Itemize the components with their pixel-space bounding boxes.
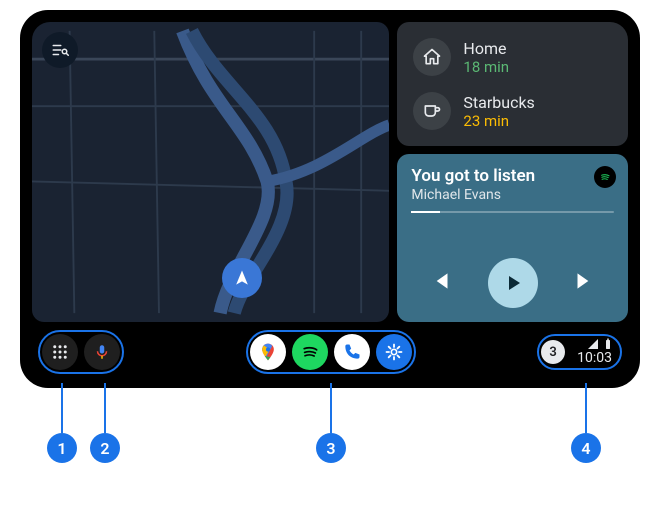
callout-line [61, 383, 63, 433]
spotify-icon [300, 342, 320, 362]
callout-line [104, 383, 106, 433]
status-area: 10:03 [577, 338, 612, 366]
media-card[interactable]: You got to listen Michael Evans [397, 154, 628, 322]
spotify-app-button[interactable] [292, 334, 328, 370]
notification-count-badge[interactable]: 3 [541, 340, 565, 364]
device-frame: Home 18 min Starbucks 23 min [20, 10, 640, 388]
cafe-icon [413, 92, 451, 130]
app-grid-button[interactable] [42, 334, 78, 370]
media-progress[interactable] [411, 211, 614, 213]
clock: 10:03 [577, 350, 612, 366]
current-location-marker [222, 258, 262, 298]
content-area: Home 18 min Starbucks 23 min [32, 22, 628, 322]
track-title: You got to listen [411, 166, 614, 186]
callout-line [330, 383, 332, 433]
search-list-icon [51, 41, 69, 59]
destinations-card: Home 18 min Starbucks 23 min [397, 22, 628, 146]
cellular-signal-icon [586, 338, 600, 350]
screen: Home 18 min Starbucks 23 min [32, 22, 628, 376]
nav-bar: 3 10:03 [32, 328, 628, 376]
voice-assistant-button[interactable] [84, 334, 120, 370]
settings-app-button[interactable] [376, 334, 412, 370]
destination-name: Starbucks [463, 93, 534, 112]
notification-count: 3 [549, 345, 556, 360]
nav-left-group [38, 330, 124, 374]
previous-track-button[interactable] [428, 268, 454, 298]
google-maps-icon [258, 342, 278, 362]
callout-badge-2: 2 [90, 433, 120, 463]
nav-right-group: 3 10:03 [537, 334, 622, 370]
destination-eta: 23 min [463, 112, 534, 130]
home-icon [413, 38, 451, 76]
gear-icon [384, 342, 404, 362]
destination-text: Home 18 min [463, 39, 509, 76]
phone-icon [342, 342, 362, 362]
map-panel[interactable] [32, 22, 389, 322]
callout-line [585, 383, 587, 433]
play-button[interactable] [488, 258, 538, 308]
next-track-button[interactable] [571, 268, 597, 298]
destination-text: Starbucks 23 min [463, 93, 534, 130]
spotify-badge-icon [594, 166, 616, 188]
destination-eta: 18 min [463, 58, 509, 76]
microphone-icon [93, 343, 111, 361]
callout-badge-1: 1 [47, 433, 77, 463]
callout-badge-3: 3 [316, 433, 346, 463]
skip-next-icon [571, 268, 597, 294]
media-progress-fill [411, 211, 439, 213]
apps-grid-icon [51, 343, 69, 361]
media-controls [411, 258, 614, 310]
side-panel: Home 18 min Starbucks 23 min [397, 22, 628, 322]
track-artist: Michael Evans [411, 187, 614, 203]
nav-center-group [246, 330, 416, 374]
callout-badge-4: 4 [571, 433, 601, 463]
destination-row-home[interactable]: Home 18 min [403, 30, 622, 84]
battery-icon [604, 338, 612, 350]
destination-row-starbucks[interactable]: Starbucks 23 min [403, 84, 622, 138]
phone-app-button[interactable] [334, 334, 370, 370]
navigation-arrow-icon [232, 268, 252, 288]
destination-name: Home [463, 39, 509, 58]
maps-app-button[interactable] [250, 334, 286, 370]
skip-previous-icon [428, 268, 454, 294]
play-icon [501, 271, 525, 295]
map-search-button[interactable] [42, 32, 78, 68]
map-roads [32, 22, 389, 322]
